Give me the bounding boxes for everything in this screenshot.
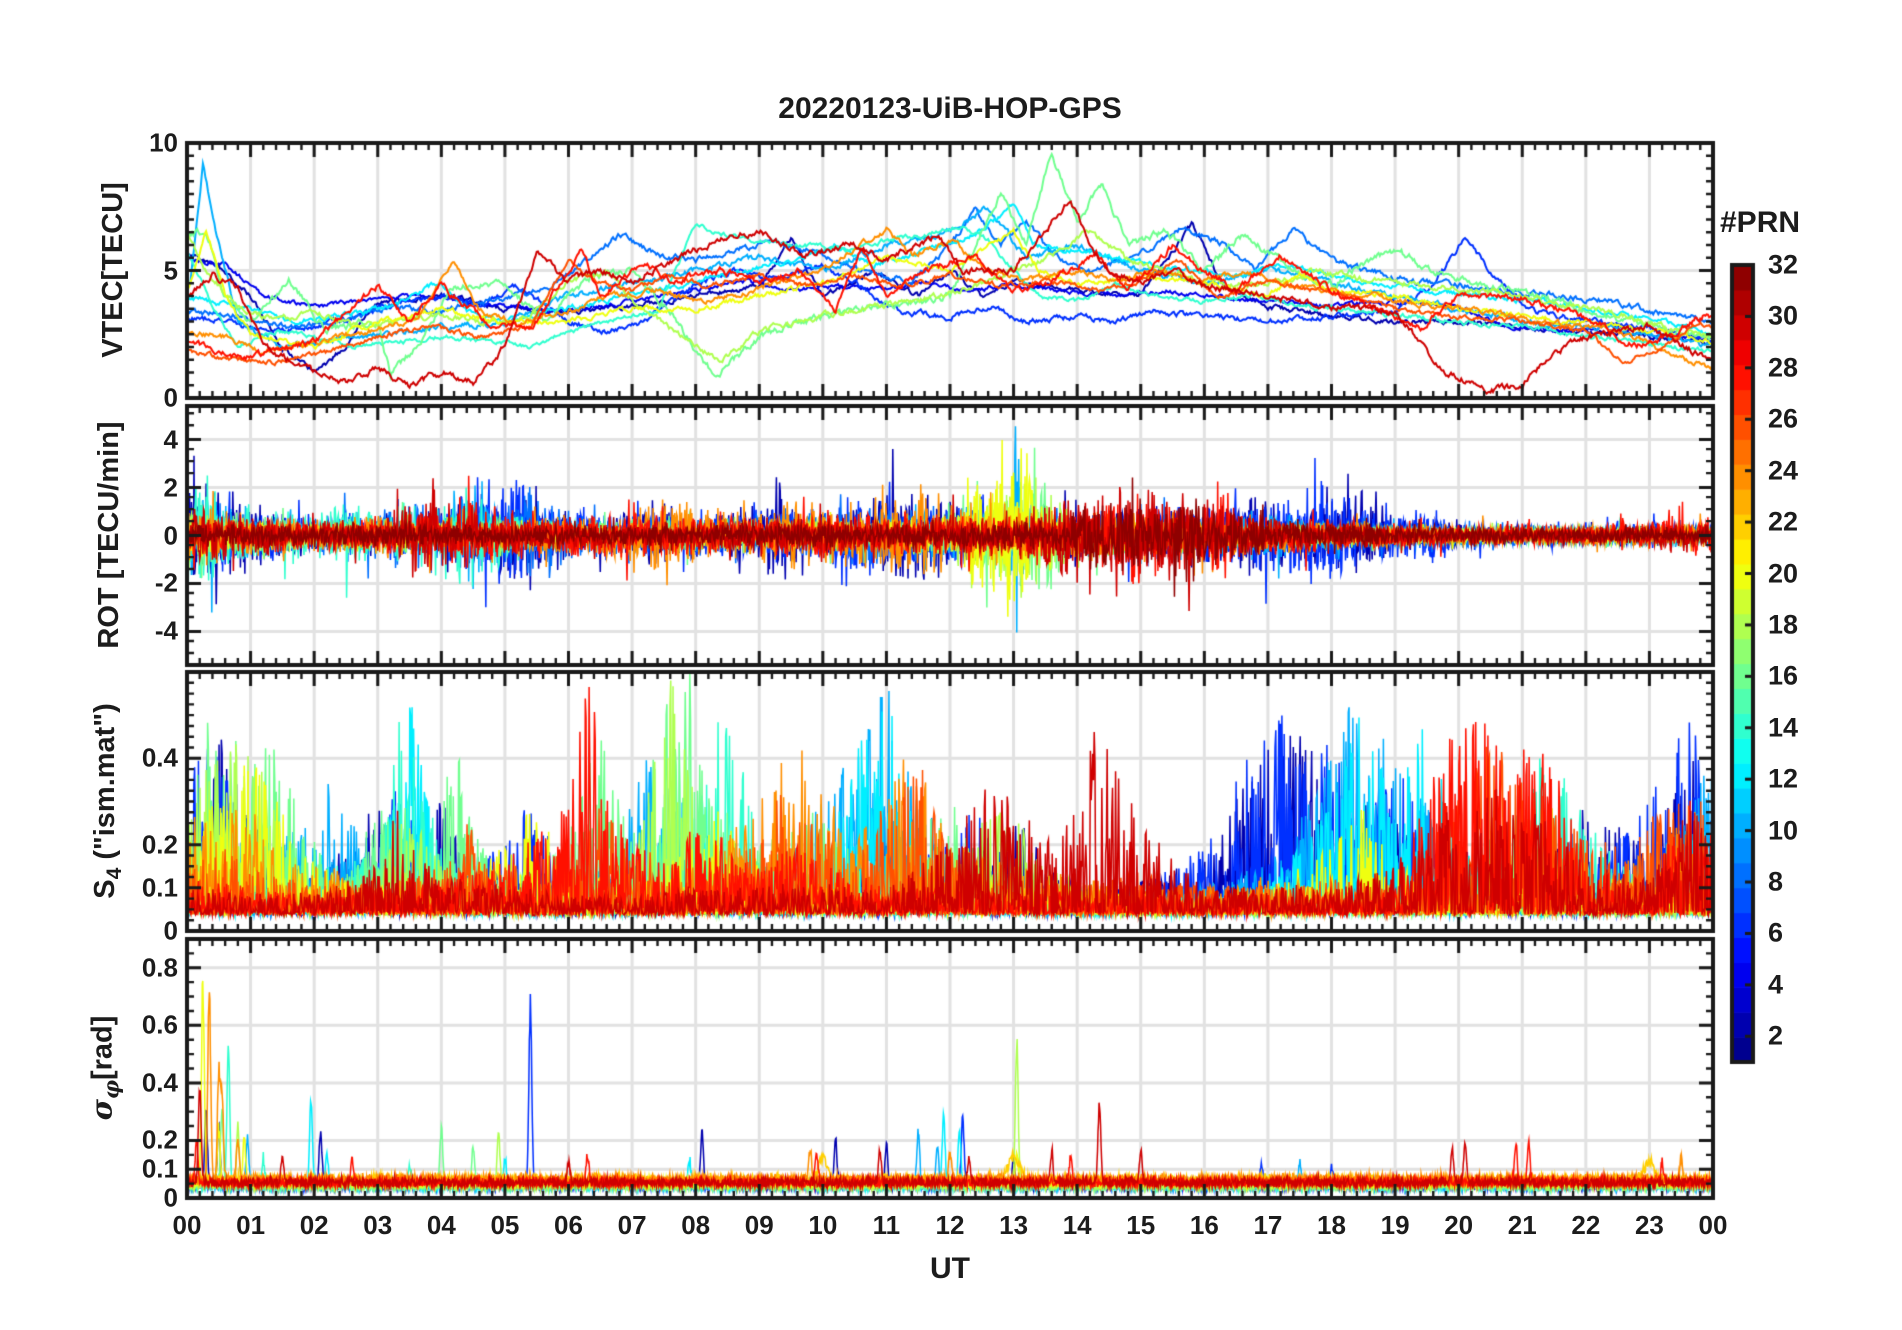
colorbar-tick-label: 12 (1768, 763, 1799, 794)
figure-title: 20220123-UiB-HOP-GPS (778, 92, 1122, 125)
y-axis-label-rot: ROT [TECU/min] (93, 421, 131, 648)
y-tick-label: 0.1 (141, 1153, 178, 1184)
colorbar-tick-label: 14 (1768, 712, 1799, 743)
colorbar-tick-label: 32 (1768, 249, 1799, 280)
x-tick-label: 01 (236, 1210, 266, 1240)
x-tick-label: 20 (1444, 1210, 1474, 1240)
x-tick-label: 08 (681, 1210, 711, 1240)
y-axis-label-vtec-text: VTEC[TECU] (97, 182, 130, 358)
y-tick-label: 0 (163, 915, 178, 946)
x-tick-label: 23 (1634, 1210, 1664, 1240)
x-tick-label: 09 (744, 1210, 774, 1240)
x-tick-label: 03 (363, 1210, 393, 1240)
colorbar-tick-label: 16 (1768, 660, 1799, 691)
y-tick-label: 0.4 (141, 1067, 178, 1098)
x-tick-label: 13 (999, 1210, 1029, 1240)
y-tick-label: 10 (149, 127, 178, 158)
colorbar-tick-label: 18 (1768, 609, 1799, 640)
x-tick-label: 12 (935, 1210, 965, 1240)
colorbar-tick-label: 22 (1768, 506, 1799, 537)
y-tick-label: 0.2 (141, 1124, 178, 1155)
y-tick-label: -2 (154, 567, 178, 598)
x-tick-label: 05 (490, 1210, 520, 1240)
y-axis-label-sigmaphi: σφ[rad] (84, 1015, 124, 1121)
colorbar-tick-label: 2 (1768, 1020, 1784, 1051)
x-tick-label: 21 (1507, 1210, 1537, 1240)
y-tick-label: -4 (154, 615, 178, 646)
x-tick-label: 16 (1189, 1210, 1219, 1240)
x-tick-label: 15 (1126, 1210, 1156, 1240)
y-tick-label: 0.8 (141, 952, 178, 983)
y-tick-label: 0 (163, 382, 178, 413)
x-tick-label: 14 (1062, 1210, 1092, 1240)
y-axis-label-sigmaphi-text: σ (84, 1099, 119, 1121)
y-tick-label: 0 (163, 520, 178, 550)
y-axis-label-s4-text: S (89, 879, 122, 899)
y-axis-label-vtec: VTEC[TECU] (97, 182, 135, 358)
colorbar-tick-label: 30 (1768, 300, 1799, 331)
colorbar-tick-label: 10 (1768, 815, 1799, 846)
colorbar-tick-label: 4 (1768, 969, 1784, 1000)
y-tick-label: 0.2 (141, 829, 178, 860)
y-tick-label: 4 (163, 424, 178, 455)
y-tick-label: 5 (163, 255, 178, 285)
y-tick-label: 0.6 (141, 1009, 178, 1040)
colorbar-tick-label: 26 (1768, 403, 1799, 434)
x-tick-label: 22 (1571, 1210, 1601, 1240)
colorbar-tick-label: 24 (1768, 455, 1799, 486)
y-axis-label-s4: S4 ("ism.mat") (89, 703, 126, 899)
plot-canvas (0, 0, 1902, 1330)
x-tick-label: 07 (617, 1210, 647, 1240)
y-axis-label-rot-text: ROT [TECU/min] (93, 421, 126, 649)
colorbar-tick-label: 20 (1768, 558, 1799, 589)
x-tick-label: 18 (1317, 1210, 1346, 1240)
x-tick-label: 06 (554, 1210, 583, 1240)
y-tick-label: 0.4 (141, 742, 178, 773)
x-axis-label: UT (930, 1252, 970, 1285)
x-tick-label: 00 (1698, 1210, 1728, 1240)
x-tick-label: 00 (172, 1210, 202, 1240)
colorbar-tick-label: 28 (1768, 352, 1799, 383)
y-tick-label: 0 (163, 1182, 178, 1213)
x-tick-label: 02 (299, 1210, 329, 1240)
x-tick-label: 04 (426, 1210, 456, 1240)
colorbar-title: #PRN (1720, 206, 1801, 239)
x-tick-label: 11 (872, 1210, 901, 1240)
gps-scintillation-figure: 20220123-UiB-HOP-GPS VTEC[TECU] ROT [TEC… (0, 0, 1902, 1330)
x-tick-label: 19 (1380, 1210, 1410, 1240)
y-tick-label: 2 (163, 472, 178, 503)
x-tick-label: 17 (1253, 1210, 1283, 1240)
colorbar-tick-label: 6 (1768, 917, 1784, 948)
x-tick-label: 10 (808, 1210, 838, 1240)
colorbar-tick-label: 8 (1768, 866, 1784, 897)
y-tick-label: 0.1 (141, 872, 178, 903)
